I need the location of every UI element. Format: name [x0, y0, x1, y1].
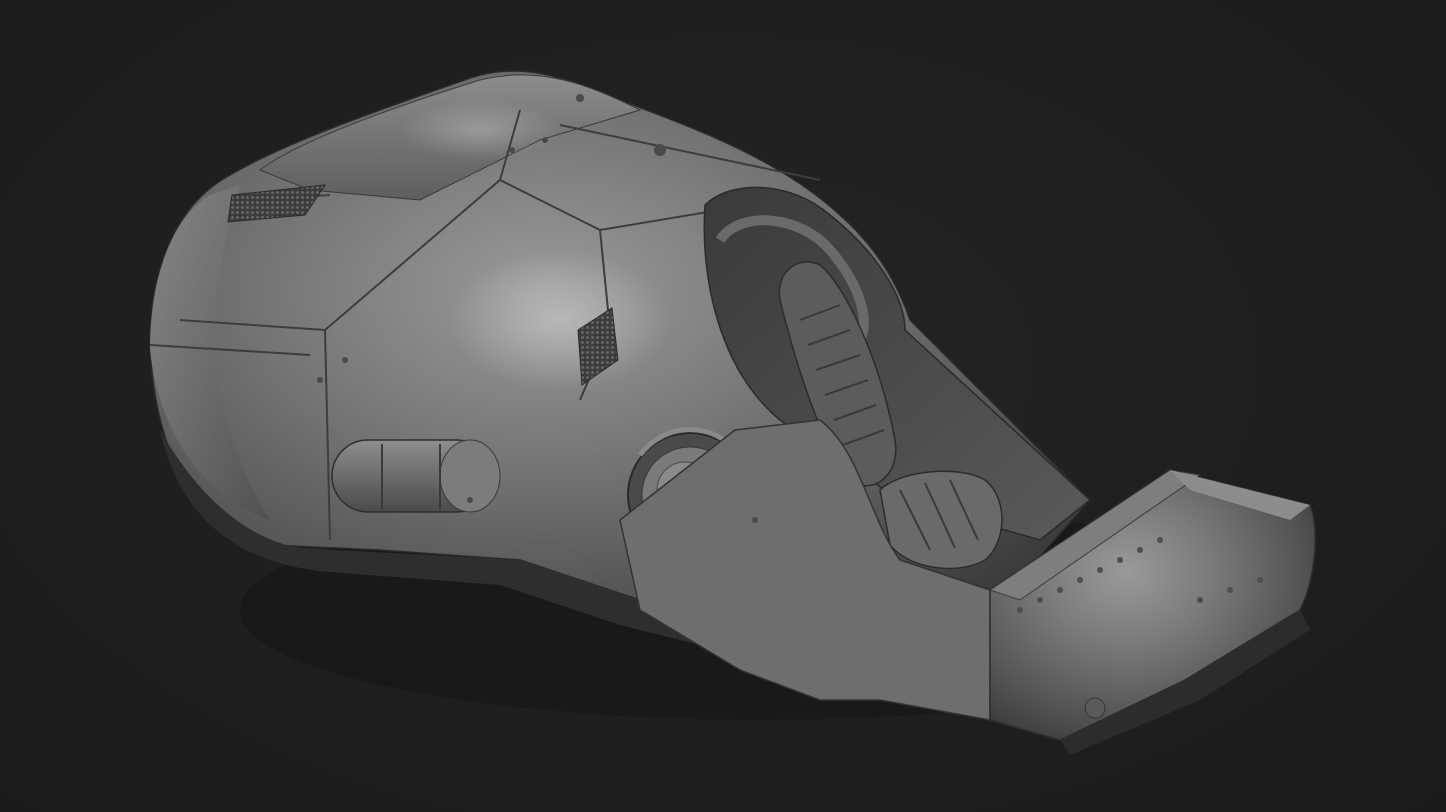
fuel-tank — [331, 439, 501, 513]
specular-highlight — [450, 250, 670, 390]
render-viewport — [0, 0, 1446, 812]
render-canvas — [149, 70, 1316, 755]
specular-highlight-top — [400, 100, 560, 160]
